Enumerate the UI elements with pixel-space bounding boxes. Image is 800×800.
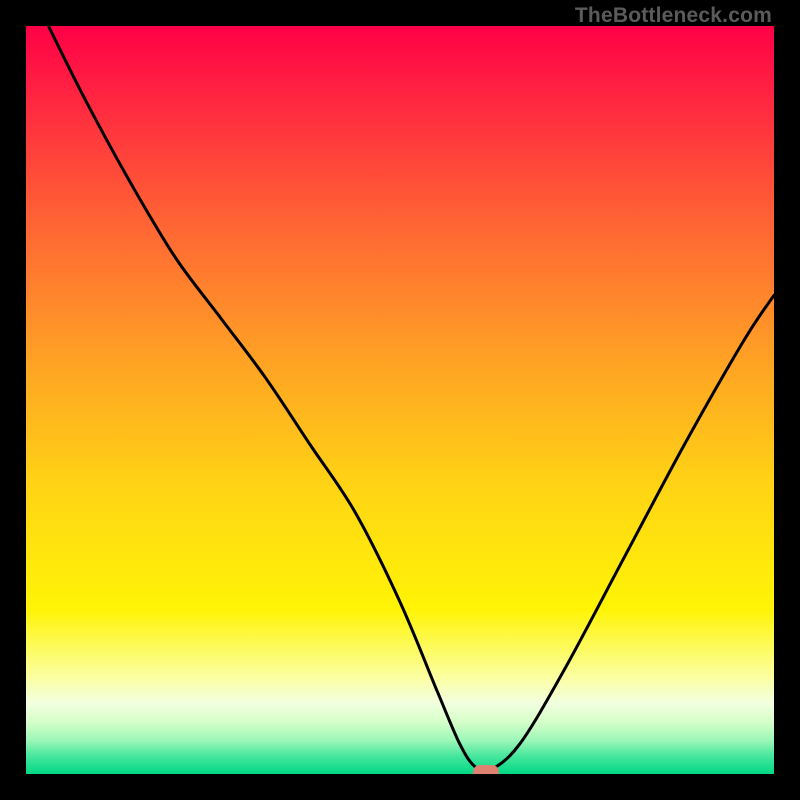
optimal-point-marker [473, 765, 499, 774]
watermark-text: TheBottleneck.com [575, 4, 772, 28]
chart-container: TheBottleneck.com [0, 0, 800, 800]
plot-area [26, 26, 774, 774]
bottleneck-curve [26, 26, 774, 774]
